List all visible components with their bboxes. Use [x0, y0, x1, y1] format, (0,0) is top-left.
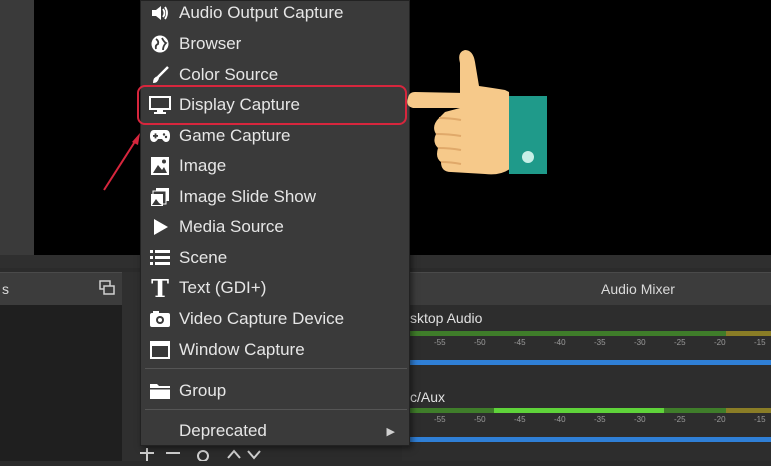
sources-toolbar-icons[interactable] [128, 446, 268, 462]
scale-tick: -45 [514, 415, 526, 424]
menu-item-label: Image [179, 156, 227, 175]
audio-mixer-header: Audio Mixer [402, 272, 771, 306]
brush-icon [147, 64, 173, 86]
scale-tick: -20 [714, 415, 726, 424]
display-capture-highlight [137, 85, 407, 125]
scenes-dock-header: s [0, 272, 122, 306]
scenes-dock-title: s [2, 281, 9, 297]
menu-item-audio-output-capture[interactable]: Audio Output Capture [141, 0, 409, 28]
menu-item-label: Media Source [179, 217, 284, 236]
add-source-menu: Audio Output Capture Browser Color Sourc… [140, 0, 410, 446]
menu-separator [145, 368, 407, 369]
scale-tick: -20 [714, 338, 726, 347]
volume-meter-green [410, 408, 494, 413]
menu-item-media-source[interactable]: Media Source [141, 212, 409, 242]
mixer-track-label: sktop Audio [410, 310, 483, 326]
window-icon [147, 339, 173, 361]
list-icon [147, 247, 173, 269]
slideshow-icon [147, 186, 173, 208]
volume-meter-green [664, 408, 726, 413]
menu-item-label: Color Source [179, 65, 279, 84]
menu-item-group[interactable]: Group [141, 376, 409, 406]
scale-tick: -30 [634, 415, 646, 424]
sources-toolbar [128, 446, 268, 462]
scale-tick: -55 [434, 415, 446, 424]
volume-slider[interactable] [410, 437, 771, 442]
empty-icon [147, 420, 173, 442]
menu-item-label: Scene [179, 248, 228, 267]
scale-tick: -25 [674, 338, 686, 347]
image-icon [147, 155, 173, 177]
menu-item-text-gdi[interactable]: T Text (GDI+) [141, 273, 409, 303]
preview-side-panel [0, 0, 34, 268]
volume-meter-yellow [726, 408, 771, 413]
scale-tick: -50 [474, 338, 486, 347]
menu-item-label: Window Capture [179, 340, 305, 359]
submenu-arrow-icon: ▶ [386, 425, 395, 438]
menu-item-label: Deprecated [179, 421, 267, 440]
folder-icon [147, 380, 173, 402]
menu-item-label: Video Capture Device [179, 309, 345, 328]
annotation-arrow-icon [103, 133, 140, 191]
menu-item-label: Audio Output Capture [179, 3, 344, 22]
scale-tick: -55 [434, 338, 446, 347]
menu-item-image-slide-show[interactable]: Image Slide Show [141, 182, 409, 212]
scale-tick: -45 [514, 338, 526, 347]
menu-item-label: Browser [179, 34, 242, 53]
scale-tick: -15 [754, 338, 766, 347]
mixer-track-label: c/Aux [410, 389, 446, 405]
gamepad-icon [147, 125, 173, 147]
scale-tick: -40 [554, 415, 566, 424]
menu-item-label: Image Slide Show [179, 187, 317, 206]
menu-item-label: Text (GDI+) [179, 278, 267, 297]
text-icon: T [151, 273, 169, 303]
volume-meter-yellow [726, 331, 771, 336]
scale-tick: -25 [674, 415, 686, 424]
scale-tick: -40 [554, 338, 566, 347]
camera-icon [147, 308, 173, 330]
menu-item-game-capture[interactable]: Game Capture [141, 121, 409, 151]
globe-icon [147, 33, 173, 55]
volume-meter-green [410, 331, 726, 336]
menu-item-browser[interactable]: Browser [141, 29, 409, 59]
pointing-hand-icon [407, 50, 547, 175]
menu-separator [145, 409, 407, 410]
scenes-list[interactable] [0, 305, 122, 461]
play-icon [147, 216, 173, 238]
mixer-scale: -55 -50 -45 -40 -35 -30 -25 -20 -15 [410, 338, 771, 348]
menu-item-label: Game Capture [179, 126, 291, 145]
scale-tick: -35 [594, 415, 606, 424]
menu-item-window-capture[interactable]: Window Capture [141, 335, 409, 365]
undock-icon[interactable] [99, 280, 115, 296]
menu-item-video-capture-device[interactable]: Video Capture Device [141, 304, 409, 334]
scale-tick: -50 [474, 415, 486, 424]
volume-meter-level [494, 408, 664, 413]
speaker-icon [147, 2, 173, 24]
volume-slider[interactable] [410, 360, 771, 365]
menu-item-label: Group [179, 381, 227, 400]
scale-tick: -15 [754, 415, 766, 424]
audio-mixer-title: Audio Mixer [601, 281, 675, 297]
scale-tick: -30 [634, 338, 646, 347]
menu-item-image[interactable]: Image [141, 151, 409, 181]
menu-item-scene[interactable]: Scene [141, 243, 409, 273]
scale-tick: -35 [594, 338, 606, 347]
mixer-scale: -55 -50 -45 -40 -35 -30 -25 -20 -15 [410, 415, 771, 425]
audio-mixer-panel: sktop Audio -55 -50 -45 -40 -35 -30 -25 … [402, 305, 771, 461]
menu-item-deprecated[interactable]: Deprecated ▶ [141, 416, 409, 446]
